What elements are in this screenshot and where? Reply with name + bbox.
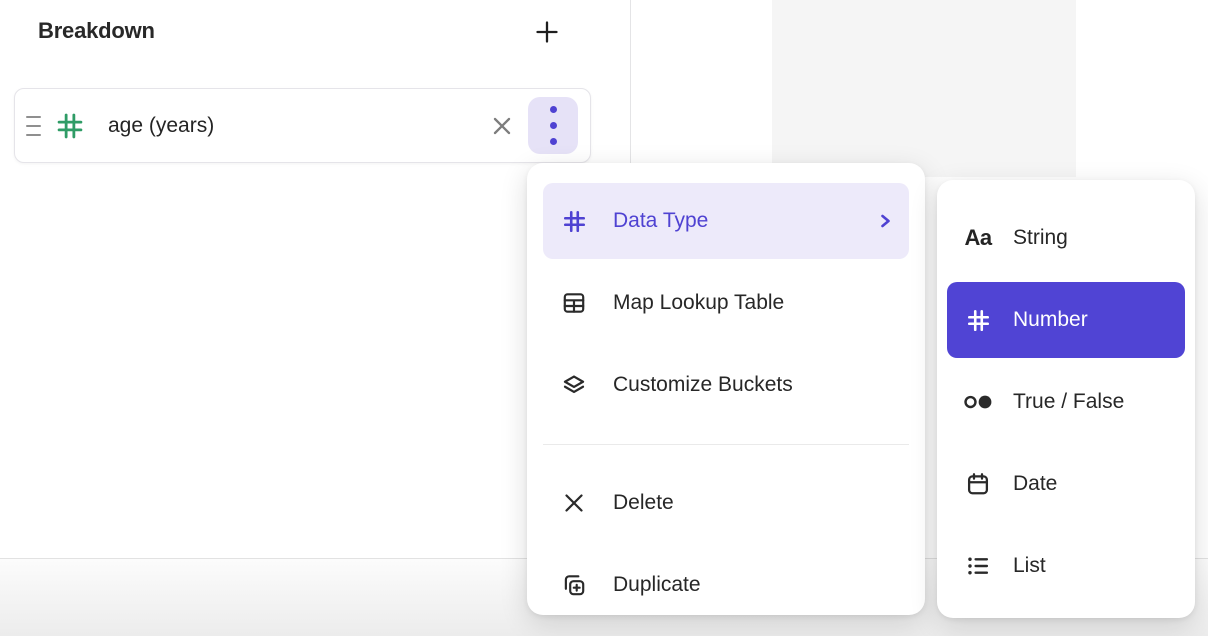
submenu-item-true-false[interactable]: True / False — [947, 364, 1185, 440]
field-label: age (years) — [108, 114, 214, 138]
menu-item-label: Duplicate — [613, 573, 701, 597]
duplicate-plus-icon — [559, 572, 589, 598]
layers-icon — [559, 372, 589, 398]
number-type-icon — [54, 110, 86, 142]
field-context-menu: Data Type Map Lookup Table Customize Buc… — [527, 163, 925, 615]
submenu-item-date[interactable]: Date — [947, 446, 1185, 522]
submenu-item-label: Number — [1013, 308, 1088, 332]
menu-item-data-type[interactable]: Data Type — [543, 183, 909, 259]
panel-title: Breakdown — [38, 18, 155, 44]
submenu-item-list[interactable]: List — [947, 528, 1185, 604]
menu-item-label: Data Type — [613, 209, 708, 233]
menu-item-map-lookup-table[interactable]: Map Lookup Table — [543, 265, 909, 341]
chevron-right-icon — [877, 213, 893, 229]
data-type-submenu: Aa String Number True / False Date List — [937, 180, 1195, 618]
x-icon — [488, 112, 516, 140]
field-menu-button[interactable] — [528, 97, 578, 154]
menu-item-customize-buckets[interactable]: Customize Buckets — [543, 347, 909, 423]
table-icon — [559, 290, 589, 316]
submenu-item-string[interactable]: Aa String — [947, 200, 1185, 276]
submenu-item-label: Date — [1013, 472, 1057, 496]
list-icon — [963, 553, 993, 579]
add-breakdown-button[interactable] — [529, 14, 565, 50]
boolean-circles-icon — [963, 393, 993, 411]
submenu-item-label: List — [1013, 554, 1046, 578]
drag-handle-icon[interactable] — [24, 110, 43, 142]
menu-item-label: Delete — [613, 491, 674, 515]
hash-icon — [559, 208, 589, 235]
breakdown-field-card[interactable]: age (years) — [14, 88, 591, 163]
canvas-placeholder — [772, 0, 1076, 177]
menu-item-duplicate[interactable]: Duplicate — [543, 547, 909, 615]
plus-icon — [533, 18, 561, 46]
hash-icon — [963, 307, 993, 334]
submenu-item-number[interactable]: Number — [947, 282, 1185, 358]
x-icon — [559, 491, 589, 515]
submenu-item-label: True / False — [1013, 390, 1124, 414]
menu-item-delete[interactable]: Delete — [543, 465, 909, 541]
remove-field-button[interactable] — [484, 108, 520, 144]
menu-item-label: Customize Buckets — [613, 373, 793, 397]
menu-divider — [543, 444, 909, 445]
kebab-icon — [550, 106, 557, 113]
submenu-item-label: String — [1013, 226, 1068, 250]
menu-item-label: Map Lookup Table — [613, 291, 784, 315]
letters-icon: Aa — [963, 225, 993, 251]
calendar-icon — [963, 471, 993, 497]
